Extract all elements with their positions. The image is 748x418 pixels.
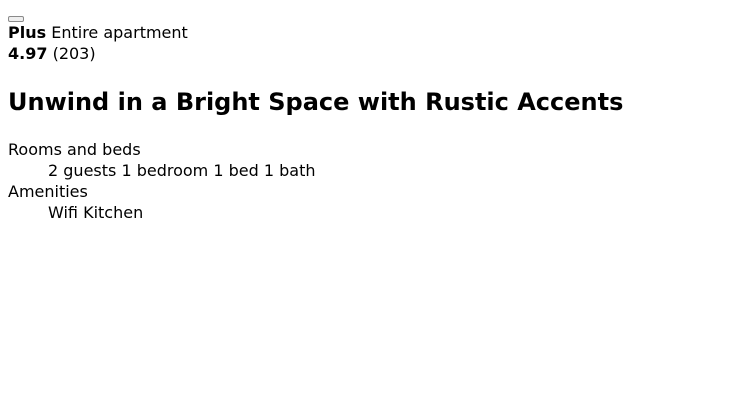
amenities-label: Amenities (8, 182, 88, 201)
listing-type-line: Plus Entire apartment (8, 22, 740, 43)
rating-line: 4.97 (203) (8, 43, 740, 64)
rooms-item-bedrooms: 1 bedroom (121, 161, 209, 180)
rooms-label: Rooms and beds (8, 140, 141, 159)
listing-type: Entire apartment (51, 23, 188, 42)
listing-card: Plus Entire apartment 4.97 (203) Unwind … (0, 0, 748, 418)
rooms-item-guests: 2 guests (48, 161, 117, 180)
amenity-kitchen: Kitchen (83, 203, 144, 222)
rating-value: 4.97 (8, 44, 48, 63)
review-count: (203) (52, 44, 96, 63)
plus-badge: Plus (8, 23, 47, 42)
rooms-list: 2 guests 1 bedroom 1 bed 1 bath (48, 160, 740, 181)
rooms-item-beds: 1 bed (213, 161, 259, 180)
listing-details: Rooms and beds 2 guests 1 bedroom 1 bed … (8, 139, 740, 223)
listing-title: Unwind in a Bright Space with Rustic Acc… (8, 88, 624, 116)
rooms-item-baths: 1 bath (263, 161, 316, 180)
amenities-list: Wifi Kitchen (48, 202, 740, 223)
amenity-wifi: Wifi (48, 203, 78, 222)
